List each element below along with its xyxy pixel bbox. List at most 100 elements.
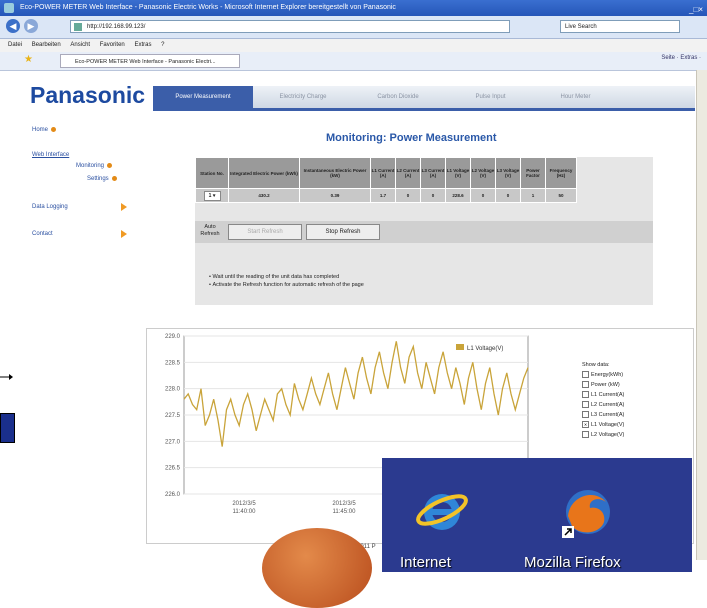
tab-hour-meter[interactable]: Hour Meter bbox=[533, 86, 618, 108]
show-data-title: Show data: bbox=[582, 362, 610, 368]
sidebar-item-home[interactable]: Home bbox=[32, 127, 57, 133]
column-header: Integrated Electric Power (kWh) bbox=[228, 157, 300, 189]
show-data-option[interactable]: L1 Current(A) bbox=[582, 390, 624, 400]
show-data-option-label: L3 Current(A) bbox=[591, 412, 625, 418]
column-header: Station No. bbox=[195, 157, 229, 189]
station-select-value: 1 bbox=[208, 192, 212, 199]
table-cell: 0 bbox=[470, 188, 496, 203]
internet-explorer-label[interactable]: Internet bbox=[400, 554, 451, 571]
address-url: http://192.168.99.123/ bbox=[87, 24, 146, 30]
firefox-label[interactable]: Mozilla Firefox bbox=[524, 554, 621, 571]
y-tick-label: 226.5 bbox=[165, 466, 181, 472]
table-cell: 0.39 bbox=[299, 188, 371, 203]
page-title: Monitoring: Power Measurement bbox=[326, 132, 497, 144]
measurement-table: Station No. Integrated Electric Power (k… bbox=[195, 157, 577, 203]
checkbox[interactable] bbox=[582, 391, 589, 399]
show-data-option[interactable]: L2 Voltage(V) bbox=[582, 430, 624, 440]
menu-item[interactable]: Bearbeiten bbox=[32, 42, 61, 48]
bullet-icon bbox=[107, 163, 113, 168]
table-cell: 0 bbox=[395, 188, 421, 203]
desktop-overlay: Internet Mozilla Firefox bbox=[382, 458, 692, 572]
show-data-option[interactable]: Energy(kWh) bbox=[582, 370, 624, 380]
tab-electricity-charge[interactable]: Electricity Charge bbox=[258, 86, 348, 108]
menu-bar: Datei Bearbeiten Ansicht Favoriten Extra… bbox=[0, 39, 707, 52]
sidebar-item-label: Monitoring bbox=[76, 163, 105, 170]
tab-pulse-input[interactable]: Pulse Input bbox=[448, 86, 533, 108]
column-header: Power Factor bbox=[520, 157, 546, 189]
auto-refresh-label: Auto Refresh bbox=[200, 224, 220, 237]
column-header: Instantaneous Electric Power (kW) bbox=[299, 157, 371, 189]
tab-power-measurement[interactable]: Power Measurement bbox=[153, 86, 253, 108]
checkbox[interactable] bbox=[582, 401, 589, 409]
stop-refresh-button[interactable]: Stop Refresh bbox=[306, 224, 380, 240]
table-cell: 50 bbox=[545, 188, 577, 203]
column-header: L2 Voltage (V) bbox=[470, 157, 496, 189]
sidebar-item-web-interface[interactable]: Web Interface bbox=[32, 152, 69, 158]
y-tick-label: 228.0 bbox=[165, 387, 181, 393]
tab-carbon-dioxide[interactable]: Carbon Dioxide bbox=[353, 86, 443, 108]
y-tick-label: 228.5 bbox=[165, 360, 181, 366]
panasonic-logo: Panasonic bbox=[30, 82, 146, 108]
table-cell: 228.6 bbox=[445, 188, 471, 203]
x-tick-label: 11:45:00 bbox=[333, 509, 357, 515]
checked-checkbox[interactable]: ✕ bbox=[582, 421, 589, 429]
note-item: • Wait until the reading of the unit dat… bbox=[209, 274, 340, 280]
internet-explorer-icon[interactable] bbox=[414, 484, 470, 540]
back-arrow-icon[interactable]: ◀ bbox=[6, 19, 20, 33]
forward-arrow-icon[interactable]: ▶ bbox=[24, 19, 38, 33]
column-header: L3 Voltage (V) bbox=[495, 157, 521, 189]
note-text: Wait until the reading of the unit data … bbox=[212, 274, 340, 280]
menu-item[interactable]: ? bbox=[161, 42, 164, 48]
table-row: 1 ▾ 430.2 0.39 1.7 0 0 228.6 0 0 1 50 bbox=[195, 188, 577, 203]
menu-item[interactable]: Datei bbox=[8, 42, 22, 48]
table-cell: 1.7 bbox=[370, 188, 396, 203]
browser-tab[interactable]: Eco-POWER METER Web Interface - Panasoni… bbox=[60, 54, 240, 68]
x-tick-label: 2012/3/5 bbox=[332, 501, 356, 507]
monitoring-panel: Station No. Integrated Electric Power (k… bbox=[195, 157, 653, 305]
x-tick-label: 11:40:00 bbox=[233, 509, 257, 515]
checkbox[interactable] bbox=[582, 431, 589, 439]
show-data-option[interactable]: Power (kW) bbox=[582, 380, 624, 390]
sidebar-item-settings[interactable]: Settings bbox=[87, 176, 117, 182]
blue-marker bbox=[0, 413, 15, 443]
start-refresh-button[interactable]: Start Refresh bbox=[228, 224, 302, 240]
checkbox[interactable] bbox=[582, 411, 589, 419]
show-data-option-label: Energy(kWh) bbox=[591, 372, 624, 378]
y-tick-label: 227.0 bbox=[165, 439, 181, 445]
show-data-panel: Show data: Energy(kWh) Power (kW) L1 Curre… bbox=[582, 360, 624, 440]
x-tick-label: 2012/3/5 bbox=[232, 501, 256, 507]
firefox-icon[interactable] bbox=[558, 482, 618, 542]
sidebar-item-monitoring[interactable]: Monitoring bbox=[76, 163, 113, 170]
y-tick-label: 227.5 bbox=[165, 413, 181, 419]
table-cell: 1 bbox=[520, 188, 546, 203]
y-tick-label: 229.0 bbox=[165, 334, 181, 340]
show-data-option-label: L2 Current(A) bbox=[591, 402, 625, 408]
search-input[interactable]: Live Search bbox=[560, 20, 680, 33]
menu-item[interactable]: Favoriten bbox=[100, 42, 125, 48]
checkbox[interactable] bbox=[582, 371, 589, 379]
address-input[interactable]: http://192.168.99.123/ bbox=[70, 20, 510, 33]
show-data-option-label: Power (kW) bbox=[591, 382, 620, 388]
checkbox[interactable] bbox=[582, 381, 589, 389]
sidebar-item-data-logging[interactable]: Data Logging bbox=[32, 204, 68, 210]
show-data-option-label: L1 Current(A) bbox=[591, 392, 625, 398]
vertical-scrollbar[interactable] bbox=[696, 70, 707, 560]
favorites-star-icon[interactable]: ★ bbox=[24, 54, 33, 65]
menu-item[interactable]: Ansicht bbox=[70, 42, 90, 48]
sidebar-item-contact[interactable]: Contact bbox=[32, 231, 53, 237]
station-cell: 1 ▾ bbox=[195, 188, 229, 203]
menu-item[interactable]: Extras bbox=[134, 42, 151, 48]
show-data-option[interactable]: ✕ L1 Voltage(V) bbox=[582, 420, 624, 430]
y-tick-label: 226.0 bbox=[165, 492, 181, 498]
orange-circle-graphic bbox=[262, 528, 372, 608]
legend-label: L1 Voltage(V) bbox=[467, 346, 503, 352]
bullet-icon bbox=[51, 127, 57, 132]
page-tools[interactable]: Seite · Extras · bbox=[661, 55, 701, 61]
column-header: L1 Current (A) bbox=[370, 157, 396, 189]
column-header: L2 Current (A) bbox=[395, 157, 421, 189]
table-cell: 0 bbox=[495, 188, 521, 203]
show-data-option[interactable]: L3 Current(A) bbox=[582, 410, 624, 420]
show-data-option[interactable]: L2 Current(A) bbox=[582, 400, 624, 410]
pointer-arrow-icon bbox=[0, 374, 13, 380]
station-select[interactable]: 1 ▾ bbox=[203, 190, 221, 201]
